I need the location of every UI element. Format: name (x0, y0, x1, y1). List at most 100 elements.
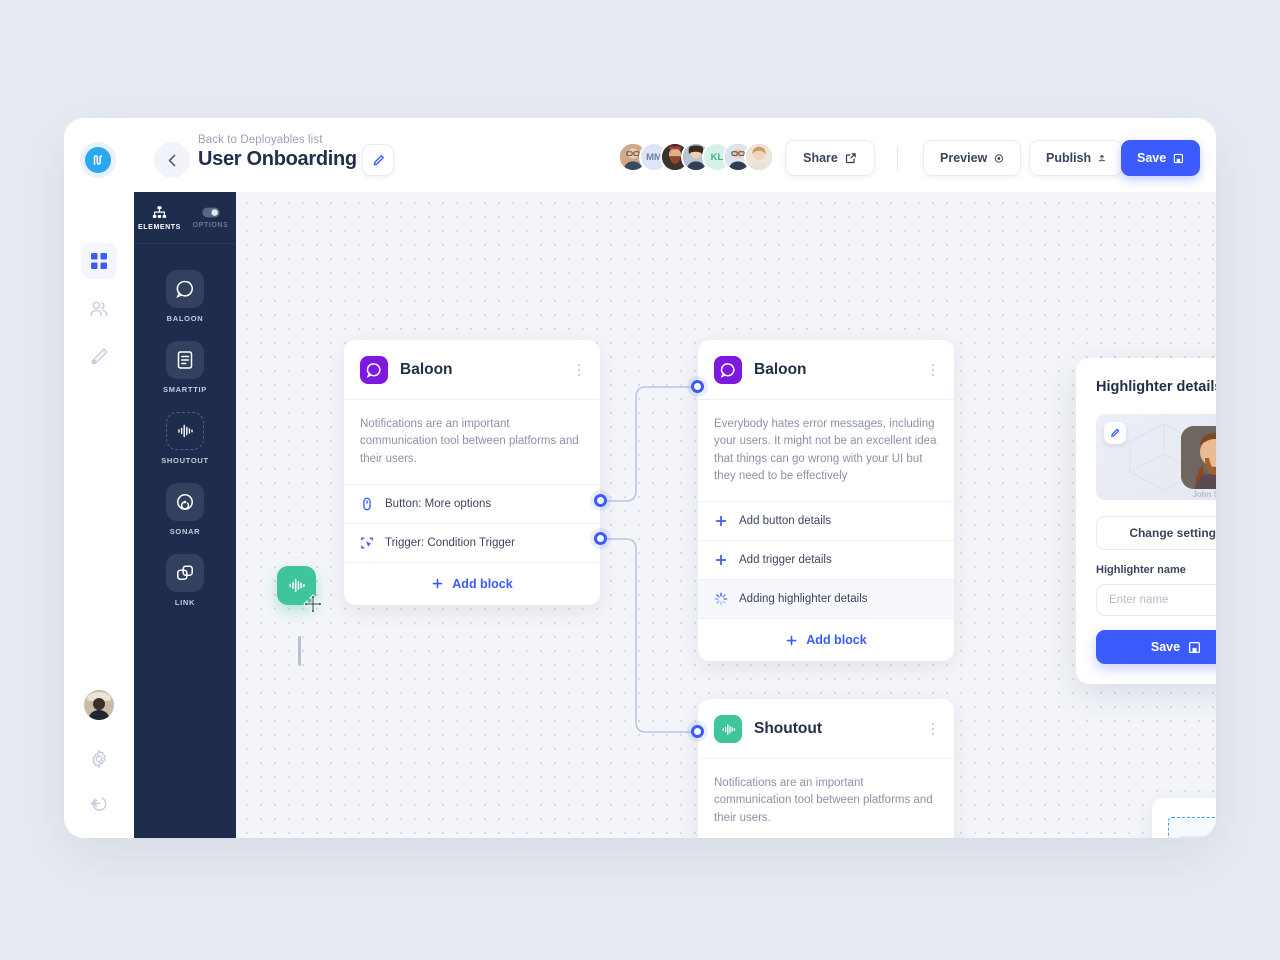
plus-icon (715, 515, 727, 527)
sidebar-item-dashboard[interactable] (81, 243, 117, 279)
canvas-minimap[interactable] (1152, 798, 1216, 838)
card-header: Baloon (698, 340, 954, 400)
element-label: SMARTTIP (163, 385, 207, 394)
card-header: Baloon (344, 340, 600, 400)
preview-name: John Smith (1192, 490, 1216, 499)
preview-label: Preview (940, 151, 988, 165)
users-icon (90, 301, 108, 317)
add-block-label: Add block (806, 633, 867, 647)
card-menu-button[interactable] (928, 719, 939, 740)
share-label: Share (803, 151, 838, 165)
edit-preview-button[interactable] (1104, 422, 1126, 444)
element-link[interactable]: LINK (134, 554, 236, 607)
pen-icon (91, 348, 108, 365)
element-label: LINK (174, 598, 196, 607)
share-button[interactable]: Share (785, 140, 875, 176)
card-title: Baloon (400, 361, 453, 378)
card-row-trigger[interactable]: Trigger: Condition Trigger (344, 524, 600, 563)
highlighter-details-panel: Highlighter details John Change settings… (1076, 358, 1216, 684)
card-shoutout[interactable]: Shoutout Notifications are an important … (698, 699, 954, 838)
sidebar-item-users[interactable] (81, 291, 117, 327)
card-title: Baloon (754, 361, 807, 378)
highlighter-preview[interactable]: John Smith (1096, 414, 1216, 500)
panel-header: Highlighter details (1096, 376, 1216, 398)
pencil-icon (1111, 428, 1120, 437)
card-row-add-trigger-details[interactable]: Add trigger details (698, 541, 954, 580)
panel-tabs: ELEMENTS OPTIONS (134, 192, 236, 244)
card-row-label: Adding highlighter details (739, 593, 868, 605)
breadcrumb[interactable]: Back to Deployables list (198, 134, 357, 146)
element-shoutout[interactable]: SHOUTOUT (134, 412, 236, 465)
avatar (84, 690, 114, 720)
grid-icon (91, 253, 107, 269)
element-label: SHOUTOUT (161, 456, 209, 465)
card-description: Everybody hates error messages, includin… (698, 400, 954, 502)
element-label: BALOON (166, 314, 204, 323)
add-block-button[interactable]: Add block (344, 563, 600, 605)
output-port[interactable] (594, 494, 607, 507)
tab-options-label: OPTIONS (192, 221, 229, 229)
tab-elements-label: ELEMENTS (138, 223, 181, 231)
logout-icon (90, 797, 107, 811)
cursor-frame-icon (361, 537, 373, 549)
list-card-icon (166, 341, 204, 379)
sidebar-avatar[interactable] (81, 687, 117, 723)
link-icon (166, 554, 204, 592)
preview-avatar (1181, 426, 1216, 489)
minimap-block (1178, 836, 1211, 838)
page-titles: Back to Deployables list User Onboarding (198, 134, 357, 171)
minimap-viewport[interactable] (1168, 817, 1216, 838)
speech-bubble-icon (714, 356, 742, 384)
card-row-add-button-details[interactable]: Add button details (698, 502, 954, 541)
element-label: SONAR (169, 527, 201, 536)
output-port[interactable] (594, 532, 607, 545)
card-row-label: Add button details (739, 515, 832, 527)
card-row-adding-highlighter[interactable]: Adding highlighter details (698, 580, 954, 619)
avatar[interactable] (744, 142, 774, 172)
add-block-button[interactable]: Add block (698, 619, 954, 661)
card-menu-button[interactable] (574, 360, 585, 381)
panel-title: Highlighter details (1096, 379, 1216, 395)
edit-title-button[interactable] (362, 144, 394, 176)
tab-elements[interactable]: ELEMENTS (134, 192, 185, 243)
sidebar-item-design[interactable] (81, 339, 117, 375)
app-header: Back to Deployables list User Onboarding… (64, 118, 1216, 192)
sidebar-item-settings[interactable] (81, 741, 117, 777)
card-row-button[interactable]: Button: More options (344, 485, 600, 524)
elements-panel: ELEMENTS OPTIONS BALOON SMARTTIP SHOUTOU… (134, 192, 236, 838)
sidebar-item-logout[interactable] (81, 785, 117, 821)
tab-options[interactable]: OPTIONS (185, 192, 236, 243)
element-baloon[interactable]: BALOON (134, 270, 236, 323)
element-smarttip[interactable]: SMARTTIP (134, 341, 236, 394)
speech-bubble-icon (166, 270, 204, 308)
change-settings-button[interactable]: Change settings (1096, 516, 1216, 550)
flow-canvas[interactable]: Baloon Notifications are an important co… (236, 192, 1216, 838)
card-title: Shoutout (754, 720, 823, 737)
gear-icon (92, 750, 106, 768)
change-settings-label: Change settings (1129, 526, 1216, 540)
input-port[interactable] (691, 725, 704, 738)
panel-save-button[interactable]: Save (1096, 630, 1216, 664)
back-button[interactable] (154, 142, 190, 178)
avatar-initials-text: KL (710, 151, 724, 163)
highlighter-name-input[interactable]: Enter name (1096, 584, 1216, 616)
input-port[interactable] (691, 380, 704, 393)
element-sonar[interactable]: SONAR (134, 483, 236, 536)
save-button[interactable]: Save (1121, 140, 1200, 176)
upload-icon (1098, 154, 1106, 162)
floppy-disk-icon (1174, 153, 1184, 163)
plus-icon (432, 578, 443, 589)
card-menu-button[interactable] (928, 360, 939, 381)
move-cursor-icon (303, 594, 323, 614)
app-logo-icon[interactable] (80, 142, 116, 178)
collaborator-avatars[interactable]: MM KL (618, 142, 774, 172)
waveform-icon (166, 412, 204, 450)
pencil-icon (373, 154, 384, 165)
card-row-label: Button: More options (385, 497, 492, 510)
publish-button[interactable]: Publish (1029, 140, 1123, 176)
card-description: Notifications are an important communica… (698, 759, 954, 838)
save-label: Save (1137, 151, 1167, 165)
card-baloon-1[interactable]: Baloon Notifications are an important co… (344, 340, 600, 605)
preview-button[interactable]: Preview (923, 140, 1021, 176)
card-baloon-2[interactable]: Baloon Everybody hates error messages, i… (698, 340, 954, 661)
